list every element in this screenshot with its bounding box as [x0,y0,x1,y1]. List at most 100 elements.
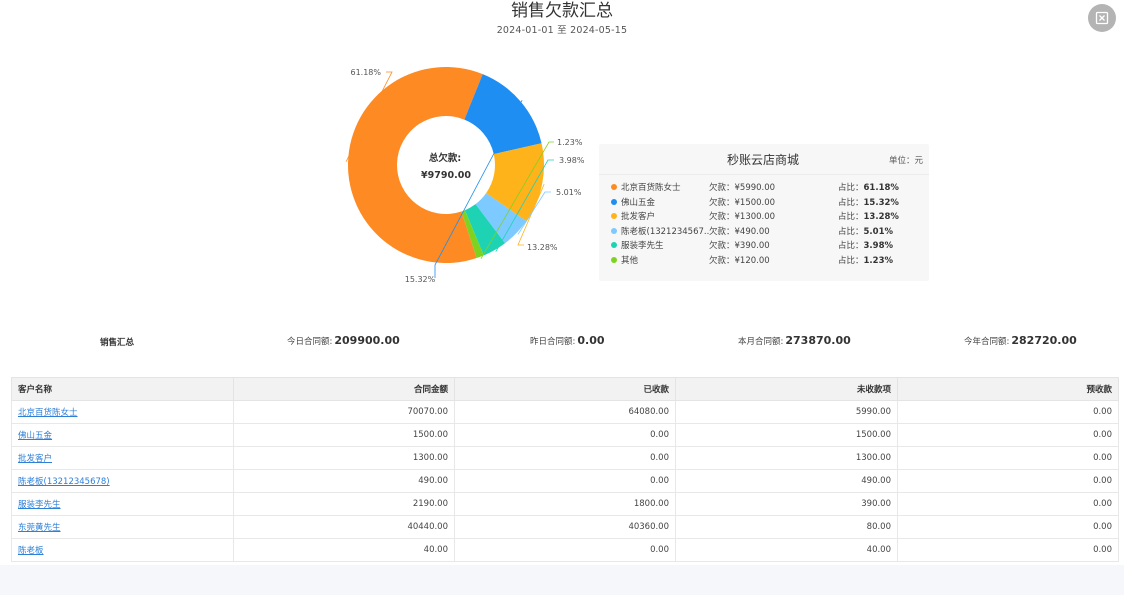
summary-month-value: 273870.00 [785,334,851,347]
customer-link[interactable]: 陈老板(13212345678) [18,477,110,487]
slice-percent-label: 3.98% [559,156,585,165]
summary-today-label: 今日合同额: [287,337,333,347]
legend-ratio-value: 61.18% [863,183,899,193]
center-value: ¥9790.00 [421,170,471,181]
legend-debt: 欠款：¥1500.00 [709,197,776,208]
table-row: 北京百货陈女士 70070.00 64080.00 5990.00 0.00 [11,400,1119,424]
summary-month-label: 本月合同额: [738,337,784,347]
cell-prepaid: 0.00 [897,515,1119,539]
col-header-received[interactable]: 已收款 [454,377,676,401]
legend-dot [611,242,617,248]
cell-outstanding: 80.00 [675,515,898,539]
legend-row[interactable]: 服装李先生 欠款：¥390.00 占比：3.98% [611,239,921,253]
summary-today-value: 209900.00 [334,334,400,347]
legend-customer-name: 批发客户 [621,212,656,222]
cell-outstanding: 5990.00 [675,400,898,424]
customer-link[interactable]: 陈老板 [18,546,44,556]
legend-ratio-label: 占比： [838,226,864,237]
legend-customer-name: 佛山五金 [621,197,656,208]
cell-contract-amount: 40.00 [233,538,455,562]
legend-ratio-value: 5.01% [863,226,894,237]
cell-outstanding: 1500.00 [675,423,898,447]
cell-contract-amount: 490.00 [233,469,455,493]
legend-debt: 欠款：¥490.00 [709,226,770,237]
customer-link[interactable]: 北京百货陈女士 [18,408,78,418]
cell-contract-amount: 2190.00 [233,492,455,516]
legend-ratio-label: 占比： [838,212,864,222]
cell-received: 64080.00 [454,400,676,424]
legend-ratio: 占比：61.18% [838,181,899,193]
debt-donut-chart: 61.18% 15.32% 13.28% 5.01% 3.98% 1.23% 总欠款: ¥… [345,67,585,284]
col-header-outstanding[interactable]: 未收款项 [675,377,898,401]
table-row: 陈老板 40.00 0.00 40.00 0.00 [11,538,1119,562]
legend-dot [611,198,617,205]
legend-row[interactable]: 批发客户 欠款：¥1300.00 占比：13.28% [611,210,921,224]
cell-outstanding: 40.00 [675,538,898,562]
legend-customer-name: 服装李先生 [621,241,664,251]
legend-row[interactable]: 其他 欠款：¥120.00 占比：1.23% [611,254,921,268]
legend-debt: 欠款：¥5990.00 [709,183,776,193]
legend-dot [611,213,617,219]
cell-customer: 陈老板(13212345678) [11,469,234,493]
legend-ratio-value: 1.23% [863,255,894,266]
legend-customer-name: 北京百货陈女士 [621,183,681,193]
cell-customer: 陈老板 [11,538,234,562]
legend-row[interactable]: 佛山五金 欠款：¥1500.00 占比：15.32% [611,196,921,210]
legend-ratio-value: 15.32% [863,197,899,208]
cell-contract-amount: 70070.00 [233,400,455,424]
col-header-customer[interactable]: 客户名称 [11,377,234,401]
cell-customer: 北京百货陈女士 [11,400,234,424]
customer-link[interactable]: 东莞黄先生 [18,523,61,533]
slice-percent-label: 15.32% [405,275,436,284]
center-label: 总欠款: [429,152,461,164]
col-header-contract-amount[interactable]: 合同金额 [233,377,455,401]
cell-received: 0.00 [454,423,676,447]
cell-prepaid: 0.00 [897,400,1119,424]
summary-title: 销售汇总 [100,338,135,348]
legend-card: 秒账云店商城 单位：元 北京百货陈女士 欠款：¥5990.00 占比：61.18% 佛… [599,144,929,281]
legend-ratio: 占比：5.01% [838,225,893,237]
legend-ratio-value: 3.98% [863,241,894,251]
legend-ratio: 占比：3.98% [838,239,893,251]
debt-table: 客户名称 合同金额 已收款 未收款项 预收款 北京百货陈女士 70070.00 64… [11,377,1119,562]
customer-link[interactable]: 服装李先生 [18,500,61,510]
cell-prepaid: 0.00 [897,538,1119,562]
legend-dot [611,256,617,263]
summary-yesterday-value: 0.00 [577,334,605,347]
customer-link[interactable]: 佛山五金 [18,431,52,441]
cell-received: 0.00 [454,469,676,493]
cell-customer: 佛山五金 [11,423,234,447]
summary-yesterday: 昨日合同额: 0.00 [530,334,605,347]
summary-year-value: 282720.00 [1011,334,1077,347]
legend-ratio: 占比：13.28% [838,210,899,222]
slice-percent-label: 1.23% [557,138,583,147]
legend-debt: 欠款：¥390.00 [709,241,770,251]
cell-received: 0.00 [454,446,676,470]
cell-prepaid: 0.00 [897,446,1119,470]
legend-customer-name: 陈老板(1321234567... [621,226,709,237]
sales-summary: 销售汇总 今日合同额: 209900.00 昨日合同额: 0.00 本月合同额: 27… [0,334,1124,350]
cell-outstanding: 490.00 [675,469,898,493]
cell-outstanding: 390.00 [675,492,898,516]
cell-received: 0.00 [454,538,676,562]
legend-ratio-label: 占比： [838,255,864,266]
summary-yesterday-label: 昨日合同额: [530,337,576,347]
summary-year-label: 今年合同额: [964,337,1010,347]
donut-slice[interactable] [348,67,483,263]
cell-contract-amount: 40440.00 [233,515,455,539]
cell-customer: 服装李先生 [11,492,234,516]
legend-row[interactable]: 北京百货陈女士 欠款：¥5990.00 占比：61.18% [611,181,921,195]
slice-percent-label: 61.18% [350,68,381,77]
table-row: 服装李先生 2190.00 1800.00 390.00 0.00 [11,492,1119,516]
col-header-prepaid[interactable]: 预收款 [897,377,1119,401]
table-header-row: 客户名称 合同金额 已收款 未收款项 预收款 [11,377,1119,401]
legend-unit: 单位：元 [888,156,923,166]
cell-received: 1800.00 [454,492,676,516]
legend-ratio-value: 13.28% [863,212,899,222]
legend-debt: 欠款：¥1300.00 [709,212,776,222]
legend-row[interactable]: 陈老板(1321234567... 欠款：¥490.00 占比：5.01% [611,225,921,239]
cell-received: 40360.00 [454,515,676,539]
table-row: 佛山五金 1500.00 0.00 1500.00 0.00 [11,423,1119,447]
customer-link[interactable]: 批发客户 [18,454,52,464]
legend-ratio: 占比：1.23% [838,254,893,266]
